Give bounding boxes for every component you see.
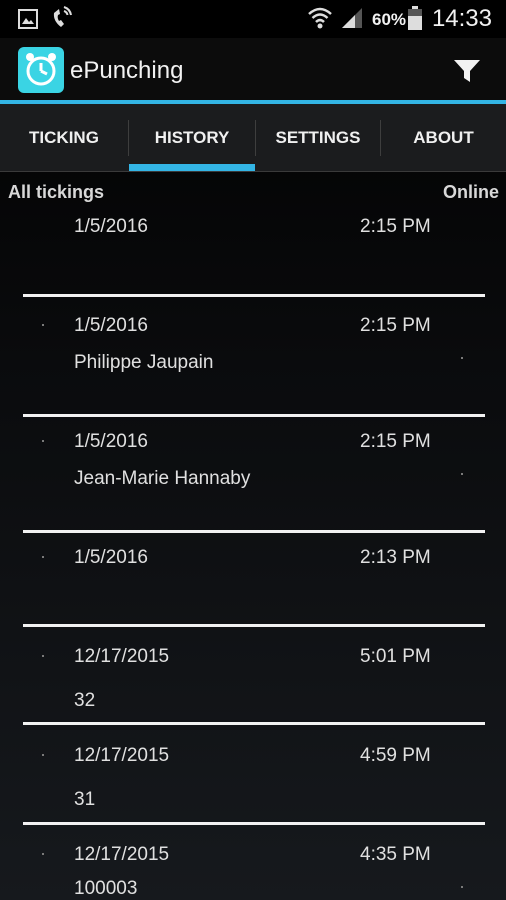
filter-button[interactable] xyxy=(450,56,484,86)
entry-date: 1/5/2016 xyxy=(74,216,148,237)
tab-about[interactable]: ABOUT xyxy=(381,104,506,171)
entry-time: 5:01 PM xyxy=(360,646,431,667)
clock-time: 14:33 xyxy=(431,5,492,32)
app-icon[interactable] xyxy=(18,47,64,93)
dot xyxy=(42,324,44,326)
dot xyxy=(461,473,463,475)
tab-label: TICKING xyxy=(29,127,99,147)
entry-name: Jean-Marie Hannaby xyxy=(74,468,251,489)
dot xyxy=(42,655,44,657)
entry-name: 32 xyxy=(74,690,96,711)
tab-bar: TICKING HISTORY SETTINGS ABOUT xyxy=(0,104,506,172)
battery-percent: 60% xyxy=(372,10,407,29)
tab-label: HISTORY xyxy=(154,127,230,147)
tab-history[interactable]: HISTORY xyxy=(129,104,255,171)
entry-date: 1/5/2016 xyxy=(74,315,148,336)
entry-date: 1/5/2016 xyxy=(74,547,148,568)
gallery-icon xyxy=(18,9,38,29)
tab-label: ABOUT xyxy=(413,127,474,147)
dot xyxy=(461,886,463,888)
dot xyxy=(42,556,44,558)
entry-date: 1/5/2016 xyxy=(74,431,148,452)
entry-time: 2:15 PM xyxy=(360,431,431,452)
divider xyxy=(23,624,485,627)
entry-date: 12/17/2015 xyxy=(74,646,170,667)
divider xyxy=(23,822,485,825)
entry-date: 12/17/2015 xyxy=(74,745,170,766)
tab-label: SETTINGS xyxy=(275,127,361,147)
entry-name: 100003 xyxy=(74,878,138,899)
entry-date: 12/17/2015 xyxy=(74,844,170,865)
divider xyxy=(23,722,485,725)
list-title: All tickings xyxy=(8,182,105,202)
dot xyxy=(42,440,44,442)
phone-wifi-icon xyxy=(53,6,72,27)
signal-icon xyxy=(342,8,362,28)
dot xyxy=(42,754,44,756)
entry-time: 4:35 PM xyxy=(360,844,431,865)
selected-tab-indicator xyxy=(129,164,255,171)
clock-icon xyxy=(26,53,56,86)
battery-icon xyxy=(408,6,422,30)
entry-time: 4:59 PM xyxy=(360,745,431,766)
divider xyxy=(23,530,485,533)
entry-time: 2:15 PM xyxy=(360,315,431,336)
dot xyxy=(42,853,44,855)
divider xyxy=(23,294,485,297)
status-bar: 60% 14:33 xyxy=(0,0,506,38)
wifi-icon xyxy=(308,7,332,29)
filter-icon xyxy=(454,60,480,82)
entry-name: 31 xyxy=(74,789,96,810)
dot xyxy=(461,357,463,359)
tab-settings[interactable]: SETTINGS xyxy=(256,104,380,171)
entry-time: 2:15 PM xyxy=(360,216,431,237)
app-title: ePunching xyxy=(70,57,184,84)
connection-status: Online xyxy=(442,182,499,202)
entry-name: Philippe Jaupain xyxy=(74,352,214,373)
tab-ticking[interactable]: TICKING xyxy=(0,104,128,171)
entry-time: 2:13 PM xyxy=(360,547,431,568)
divider xyxy=(23,414,485,417)
